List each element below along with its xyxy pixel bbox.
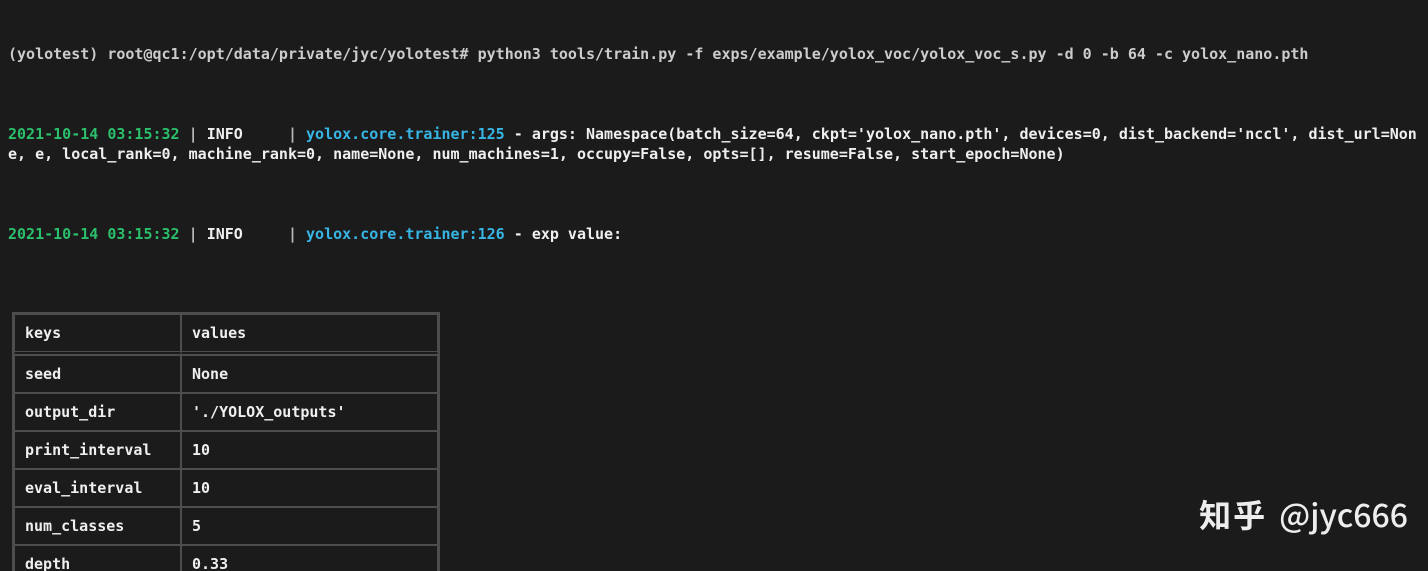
log-label: exp value: — [532, 225, 631, 243]
sep: | — [180, 225, 207, 243]
sep: | — [279, 225, 306, 243]
table-row: num_classes5 — [14, 507, 438, 545]
cell-key: output_dir — [14, 393, 181, 431]
user-host: root@qc1 — [107, 45, 179, 63]
colon: : — [469, 125, 478, 143]
cell-value: './YOLOX_outputs' — [181, 393, 438, 431]
prompt-line: (yolotest) root@qc1:/opt/data/private/jy… — [8, 44, 1420, 64]
watermark-site: 知乎 — [1199, 491, 1267, 537]
table-row: depth0.33 — [14, 545, 438, 571]
log-label: args: — [532, 125, 586, 143]
table-row: print_interval10 — [14, 431, 438, 469]
cell-key: print_interval — [14, 431, 181, 469]
timestamp: 2021-10-14 03:15:32 — [8, 125, 180, 143]
cell-key: num_classes — [14, 507, 181, 545]
dash: - — [505, 125, 532, 143]
log-line-1: 2021-10-14 03:15:32 | INFO | yolox.core.… — [8, 124, 1420, 164]
colon: : — [469, 225, 478, 243]
module-name: yolox.core.trainer — [306, 225, 469, 243]
module-name: yolox.core.trainer — [306, 125, 469, 143]
exp-value-table: keys values seedNone output_dir'./YOLOX_… — [12, 312, 440, 571]
table-header-row: keys values — [14, 314, 438, 355]
cell-value: 10 — [181, 469, 438, 507]
cell-key: eval_interval — [14, 469, 181, 507]
venv-name: (yolotest) — [8, 45, 107, 63]
cell-key: depth — [14, 545, 181, 571]
cell-key: seed — [14, 355, 181, 393]
table-row: eval_interval10 — [14, 469, 438, 507]
cwd: :/opt/data/private/jyc/yolotest# — [180, 45, 478, 63]
line-number: 125 — [478, 125, 505, 143]
cell-value: 10 — [181, 431, 438, 469]
dash: - — [505, 225, 532, 243]
table-row: seedNone — [14, 355, 438, 393]
command-text: python3 tools/train.py -f exps/example/y… — [478, 45, 1309, 63]
sep: | — [279, 125, 306, 143]
log-level: INFO — [207, 225, 279, 243]
header-values: values — [181, 314, 438, 355]
watermark-user: @jyc666 — [1279, 491, 1408, 537]
cell-value: 0.33 — [181, 545, 438, 571]
cell-value: None — [181, 355, 438, 393]
sep: | — [180, 125, 207, 143]
header-keys: keys — [14, 314, 181, 355]
log-line-2: 2021-10-14 03:15:32 | INFO | yolox.core.… — [8, 224, 1420, 244]
terminal-output: (yolotest) root@qc1:/opt/data/private/jy… — [0, 0, 1428, 571]
cell-value: 5 — [181, 507, 438, 545]
log-level: INFO — [207, 125, 279, 143]
table-row: output_dir'./YOLOX_outputs' — [14, 393, 438, 431]
timestamp: 2021-10-14 03:15:32 — [8, 225, 180, 243]
line-number: 126 — [478, 225, 505, 243]
watermark: 知乎 @jyc666 — [1199, 491, 1408, 537]
